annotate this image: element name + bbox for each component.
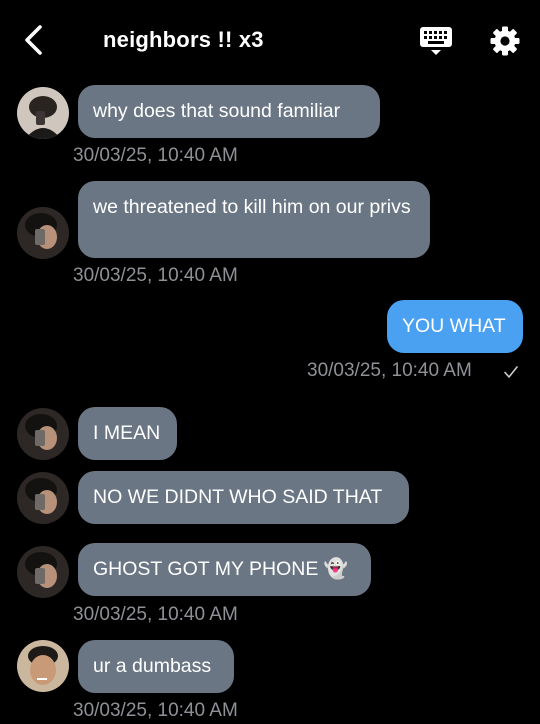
avatar[interactable]: [17, 640, 69, 692]
gear-icon: [490, 26, 520, 56]
keyboard-button[interactable]: [416, 24, 456, 58]
message-timestamp: 30/03/25, 10:40 AM: [307, 360, 472, 381]
message-bubble[interactable]: I MEAN: [78, 407, 177, 460]
message-bubble[interactable]: GHOST GOT MY PHONE 👻: [78, 543, 371, 596]
avatar[interactable]: [17, 472, 69, 524]
checkmark-icon: [504, 366, 518, 378]
message-bubble[interactable]: we threatened to kill him on our privs: [78, 181, 430, 258]
message-timestamp: 30/03/25, 10:40 AM: [73, 265, 238, 286]
message-bubble[interactable]: why does that sound familiar: [78, 85, 380, 138]
avatar[interactable]: [17, 87, 69, 139]
message-bubble[interactable]: NO WE DIDNT WHO SAID THAT: [78, 471, 409, 524]
keyboard-icon: [420, 27, 452, 55]
chat-title[interactable]: neighbors !! x3: [103, 27, 264, 53]
message-timestamp: 30/03/25, 10:40 AM: [73, 145, 238, 166]
message-timestamp: 30/03/25, 10:40 AM: [73, 604, 238, 625]
message-timestamp: 30/03/25, 10:40 AM: [73, 700, 238, 721]
chevron-left-icon: [25, 25, 42, 55]
message-bubble-outgoing[interactable]: YOU WHAT: [387, 300, 523, 353]
settings-button[interactable]: [485, 21, 525, 61]
back-button[interactable]: [14, 20, 54, 60]
avatar[interactable]: [17, 408, 69, 460]
avatar[interactable]: [17, 546, 69, 598]
avatar[interactable]: [17, 207, 69, 259]
chat-header: neighbors !! x3: [0, 0, 540, 80]
message-bubble[interactable]: ur a dumbass: [78, 640, 234, 693]
